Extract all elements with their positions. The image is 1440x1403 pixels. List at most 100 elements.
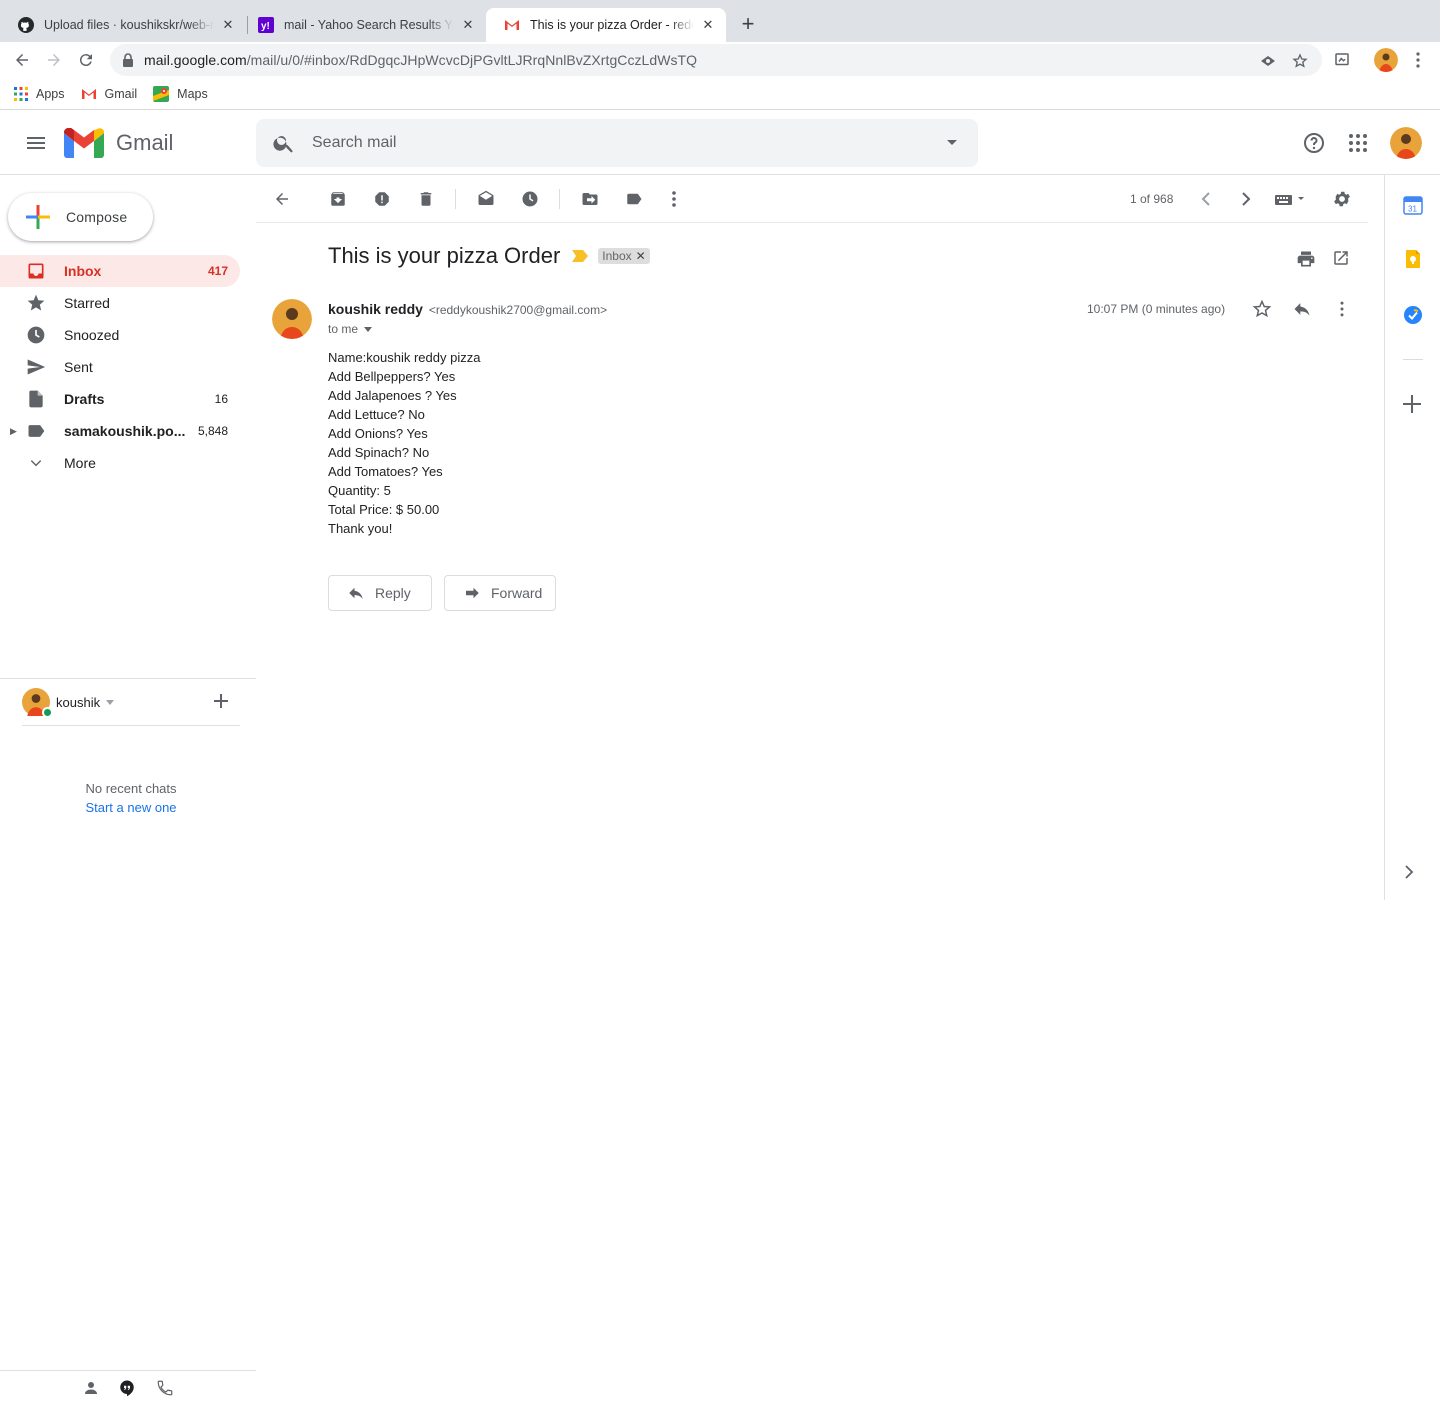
bookmark-label: Apps: [36, 86, 65, 101]
send-icon: [26, 357, 46, 377]
phone-icon[interactable]: [156, 1379, 174, 1397]
folder-list: Inbox 417 Starred Snoozed Sent Drafts 16…: [0, 255, 240, 479]
open-new-window-icon[interactable]: [1332, 249, 1350, 267]
reply-icon[interactable]: [1292, 299, 1312, 319]
body-line: Quantity: 5: [328, 483, 391, 498]
search-input[interactable]: Search mail: [312, 134, 946, 152]
help-icon[interactable]: [1302, 131, 1326, 155]
browser-tab-github[interactable]: Upload files · koushikskr/web-m ✕: [0, 8, 246, 42]
close-tab-icon[interactable]: ✕: [460, 17, 476, 33]
arrow-right-icon: [48, 54, 60, 66]
tasks-check-icon[interactable]: [1403, 305, 1423, 325]
mark-unread-icon[interactable]: [476, 189, 496, 209]
expand-arrow-icon[interactable]: ▶: [10, 426, 17, 437]
message-toolbar: 1 of 968: [256, 175, 1368, 223]
close-tab-icon[interactable]: ✕: [700, 17, 716, 33]
print-icon[interactable]: [1296, 249, 1316, 269]
forward-button[interactable]: Forward: [444, 575, 556, 611]
recipients-toggle[interactable]: to me: [328, 322, 373, 336]
yahoo-icon: y!: [258, 17, 274, 33]
body-line: Add Lettuce? No: [328, 407, 425, 422]
start-new-chat-link[interactable]: Start a new one: [0, 800, 262, 815]
input-tools-keyboard-icon[interactable]: [1272, 189, 1308, 209]
body-line: Name:koushik reddy pizza: [328, 350, 481, 365]
bookmark-star-icon[interactable]: [1292, 53, 1308, 69]
older-chevron-right-icon[interactable]: [1236, 189, 1256, 209]
important-marker-icon[interactable]: [572, 250, 589, 262]
svg-text:y!: y!: [261, 21, 270, 32]
contacts-person-icon[interactable]: [82, 1379, 100, 1397]
github-icon: [18, 17, 34, 33]
chevron-down-icon: [26, 453, 46, 473]
google-apps-icon[interactable]: [1346, 131, 1370, 155]
browser-menu-icon[interactable]: [1406, 48, 1430, 72]
tab-title: Upload files · koushikskr/web-m: [44, 18, 214, 32]
bookmark-apps[interactable]: Apps: [14, 86, 65, 101]
sender-name[interactable]: koushik reddy: [328, 301, 423, 317]
sidebar-item-label-samakoushik[interactable]: ▶ samakoushik.po... 5,848: [0, 415, 240, 447]
address-bar[interactable]: mail.google.com/mail/u/0/#inbox/RdDgqcJH…: [110, 44, 1322, 76]
extension-icon[interactable]: [1330, 48, 1354, 72]
browser-tab-strip: Upload files · koushikskr/web-m ✕ y! mai…: [0, 0, 1440, 42]
archive-icon[interactable]: [328, 189, 348, 209]
divider: [22, 725, 240, 726]
remove-label-icon[interactable]: ✕: [636, 249, 646, 263]
bookmark-gmail[interactable]: Gmail: [81, 87, 137, 101]
bookmark-maps[interactable]: Maps: [153, 85, 208, 102]
toolbar-separator: [455, 189, 456, 209]
sidebar-item-drafts[interactable]: Drafts 16: [0, 383, 240, 415]
sidebar-item-snoozed[interactable]: Snoozed: [0, 319, 240, 351]
keep-bulb-icon[interactable]: [1403, 249, 1423, 269]
profile-avatar[interactable]: [1374, 48, 1398, 72]
no-recent-chats-text: No recent chats: [85, 781, 177, 796]
hangouts-user[interactable]: koushik: [22, 688, 115, 718]
delete-trash-icon[interactable]: [416, 189, 436, 209]
main-menu-icon[interactable]: [24, 131, 48, 155]
sidebar-item-more[interactable]: More: [0, 447, 240, 479]
label-tag-icon[interactable]: [624, 189, 644, 209]
more-actions-icon[interactable]: [664, 189, 684, 209]
back-to-inbox-icon[interactable]: [272, 189, 292, 209]
account-avatar[interactable]: [1390, 127, 1422, 159]
newer-chevron-left-icon[interactable]: [1196, 189, 1216, 209]
reply-button[interactable]: Reply: [328, 575, 432, 611]
inbox-label-badge[interactable]: Inbox ✕: [598, 248, 650, 264]
search-options-icon[interactable]: [946, 139, 958, 147]
settings-gear-icon[interactable]: [1332, 189, 1352, 209]
sidebar-item-label: Starred: [64, 295, 110, 311]
pagination-text: 1 of 968: [1130, 192, 1174, 206]
report-spam-icon[interactable]: [372, 189, 392, 209]
browser-tab-yahoo[interactable]: y! mail - Yahoo Search Results Yah ✕: [240, 8, 486, 42]
star-message-icon[interactable]: [1252, 299, 1272, 319]
back-button[interactable]: [10, 48, 34, 72]
forward-button[interactable]: [42, 48, 66, 72]
unread-count: 417: [207, 264, 228, 278]
snooze-clock-icon[interactable]: [520, 189, 540, 209]
tracking-icon[interactable]: [1260, 53, 1276, 69]
message-body: Name:koushik reddy pizza Add Bellpeppers…: [328, 348, 480, 538]
caret-down-icon[interactable]: [106, 699, 115, 705]
gmail-icon: [504, 17, 520, 33]
new-tab-button[interactable]: +: [736, 13, 760, 37]
reload-button[interactable]: [74, 48, 98, 72]
message-more-icon[interactable]: [1332, 299, 1352, 319]
search-icon[interactable]: [272, 131, 296, 155]
addons-side-panel: 31: [1384, 175, 1440, 900]
get-addons-plus-icon[interactable]: [1403, 395, 1421, 413]
sidebar-item-sent[interactable]: Sent: [0, 351, 240, 383]
search-bar[interactable]: Search mail: [256, 119, 978, 167]
hangouts-chat-icon[interactable]: [118, 1379, 136, 1397]
new-chat-plus-icon[interactable]: [214, 694, 228, 708]
move-to-icon[interactable]: [580, 189, 600, 209]
gmail-logo[interactable]: Gmail: [64, 128, 173, 158]
close-tab-icon[interactable]: ✕: [220, 17, 236, 33]
sidebar-item-inbox[interactable]: Inbox 417: [0, 255, 240, 287]
calendar-icon[interactable]: 31: [1403, 195, 1423, 215]
compose-button[interactable]: Compose: [8, 193, 153, 241]
caret-down-icon[interactable]: [364, 326, 373, 332]
hide-panel-chevron-icon[interactable]: [1403, 865, 1415, 879]
sidebar-item-starred[interactable]: Starred: [0, 287, 240, 319]
browser-tab-gmail-active[interactable]: This is your pizza Order - reddyk ✕: [486, 8, 726, 42]
sender-avatar[interactable]: [272, 299, 312, 339]
browser-toolbar: mail.google.com/mail/u/0/#inbox/RdDgqcJH…: [0, 42, 1440, 78]
